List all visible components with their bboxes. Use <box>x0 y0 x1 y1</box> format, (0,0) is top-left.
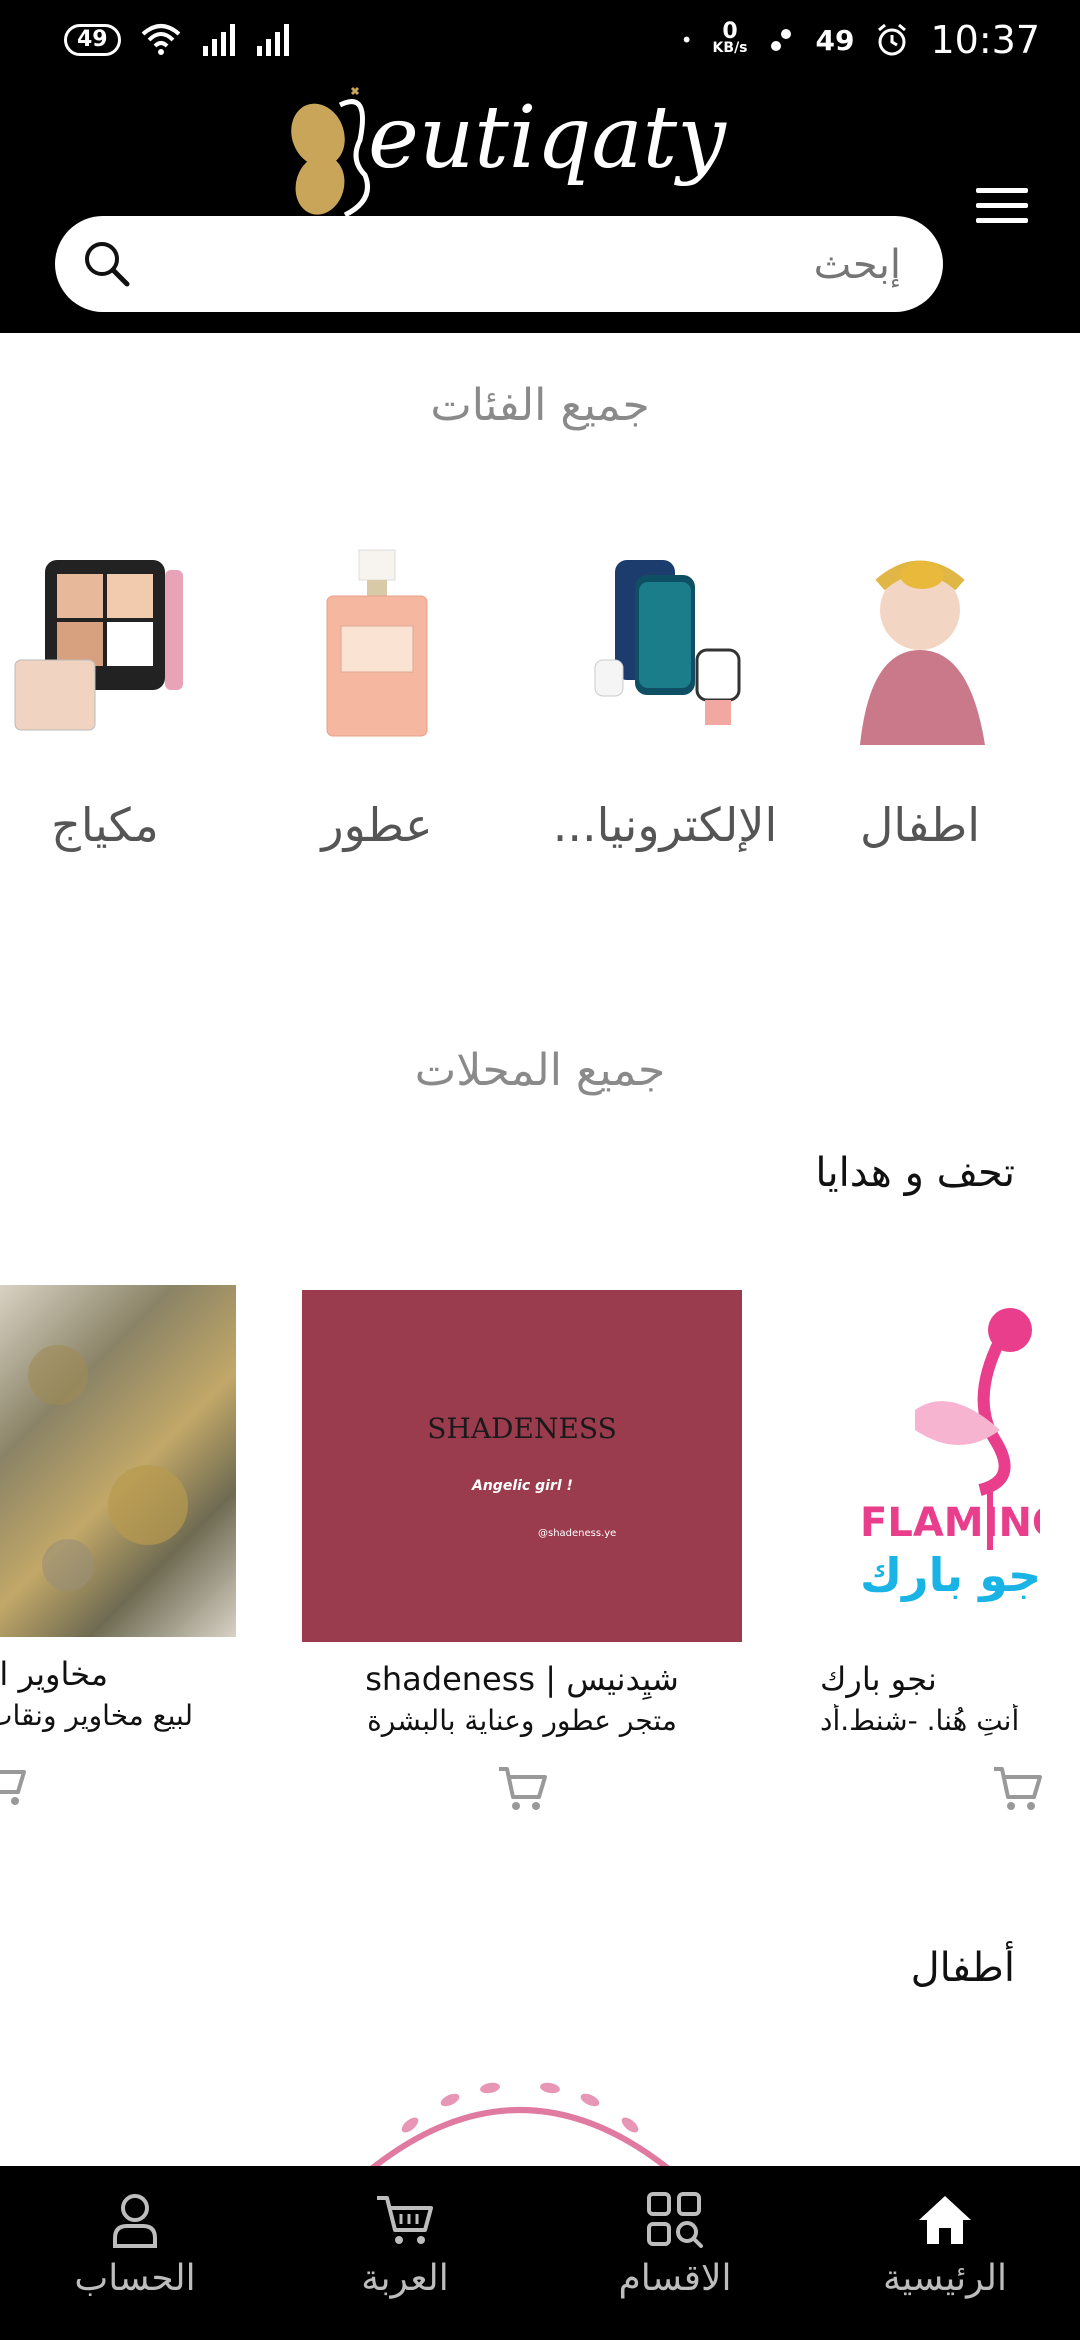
bottom-navigation: الحساب العربة الاقسام الرئيسية <box>0 2166 1080 2340</box>
nav-label: الحساب <box>74 2258 196 2299</box>
battery-indicator: 49 <box>64 24 121 56</box>
store-image <box>0 1285 236 1637</box>
store-name: نجو بارك <box>820 1660 937 1698</box>
signal-icon <box>202 24 235 56</box>
status-left: 49 <box>64 22 291 58</box>
store-image: FLAMINGO جو بارك <box>820 1290 1040 1642</box>
bluetooth-share-icon <box>770 29 791 51</box>
store-card-makhawir[interactable]: مخاوير ا لبيع مخاوير ونقاب <box>0 1285 236 1810</box>
menu-icon[interactable] <box>976 188 1028 228</box>
makeup-photo-icon <box>14 560 183 731</box>
battery-level: 49 <box>815 23 855 57</box>
search-bar <box>55 216 943 312</box>
cart-icon[interactable] <box>495 1761 549 1815</box>
search-input[interactable] <box>199 234 903 296</box>
categories-icon <box>647 2192 703 2248</box>
signal-icon-2 <box>256 24 289 56</box>
flamingo-text: FLAMINGO <box>860 1500 1040 1546</box>
category-label: الإلكترونيا... <box>552 798 778 852</box>
store-card-shadeness[interactable]: SHADENESS Angelic girl ! @shadeness.ye ش… <box>302 1290 742 1815</box>
category-electronics[interactable]: الإلكترونيا... <box>550 530 780 852</box>
nav-home[interactable]: الرئيسية <box>810 2166 1080 2340</box>
wifi-icon <box>141 24 180 55</box>
fabric-photo-icon <box>28 1345 188 1591</box>
store-group-title-gifts: تحف و هدايا <box>815 1150 1015 1196</box>
flamingo-arabic-text: جو بارك <box>860 1548 1040 1602</box>
kid-photo-icon <box>860 560 985 745</box>
category-label: عطور <box>321 798 433 852</box>
logo-text: eutiqaty <box>368 88 726 188</box>
category-label: اطفال <box>859 798 981 852</box>
alarm-icon <box>878 23 907 56</box>
store-image: SHADENESS Angelic girl ! @shadeness.ye <box>302 1290 742 1642</box>
cart-icon <box>377 2196 433 2244</box>
store-card-flamingo[interactable]: FLAMINGO جو بارك نجو بارك أنتِ هُنا. -شن… <box>820 1290 1080 1815</box>
electronics-photo-icon <box>594 560 741 725</box>
status-bar: 49 • 0 KB/s 49 10:37 <box>0 0 1080 80</box>
categories-title: جميع الفئات <box>430 380 650 431</box>
nav-label: الاقسام <box>618 2258 732 2299</box>
store-desc: أنتِ هُنا. -شنط.أد <box>820 1704 1020 1737</box>
dot-icon: • <box>680 28 693 52</box>
category-makeup[interactable]: مكياج <box>0 530 220 852</box>
store-desc: متجر عطور وعناية بالبشرة <box>367 1704 677 1737</box>
nav-cart[interactable]: العربة <box>270 2166 540 2340</box>
clock: 10:37 <box>930 18 1040 62</box>
store-desc: لبيع مخاوير ونقاب <box>0 1699 193 1732</box>
nav-label: الرئيسية <box>883 2258 1007 2299</box>
shadeness-handle: @shadeness.ye <box>538 1528 617 1539</box>
status-right: • 0 KB/s 49 10:37 <box>681 18 1040 62</box>
nav-label: العربة <box>361 2258 449 2299</box>
store-name: شيِدنيس | shadeness <box>365 1660 679 1698</box>
nav-categories[interactable]: الاقسام <box>540 2166 810 2340</box>
category-kids[interactable]: اطفال <box>805 530 1035 852</box>
category-perfume[interactable]: عطور <box>262 530 492 852</box>
account-icon <box>113 2194 157 2248</box>
home-icon <box>919 2196 971 2244</box>
wreath-logo-icon <box>368 2082 672 2170</box>
perfume-photo-icon <box>326 549 428 737</box>
search-icon[interactable] <box>81 238 133 290</box>
nav-account[interactable]: الحساب <box>0 2166 270 2340</box>
shadeness-tagline: Angelic girl ! <box>472 1478 573 1494</box>
net-speed: 0 KB/s <box>712 19 748 57</box>
category-label: مكياج <box>51 798 159 852</box>
stores-title: جميع المحلات <box>414 1045 666 1096</box>
app-header: eutiqaty <box>0 80 1080 333</box>
cart-icon[interactable] <box>0 1756 28 1810</box>
shadeness-brand-text: SHADENESS <box>427 1412 617 1445</box>
app-logo[interactable]: eutiqaty <box>280 80 726 220</box>
store-name: مخاوير ا <box>0 1655 108 1693</box>
cart-icon[interactable] <box>990 1761 1044 1815</box>
store-group-title-kids: أطفال <box>910 1945 1015 1991</box>
